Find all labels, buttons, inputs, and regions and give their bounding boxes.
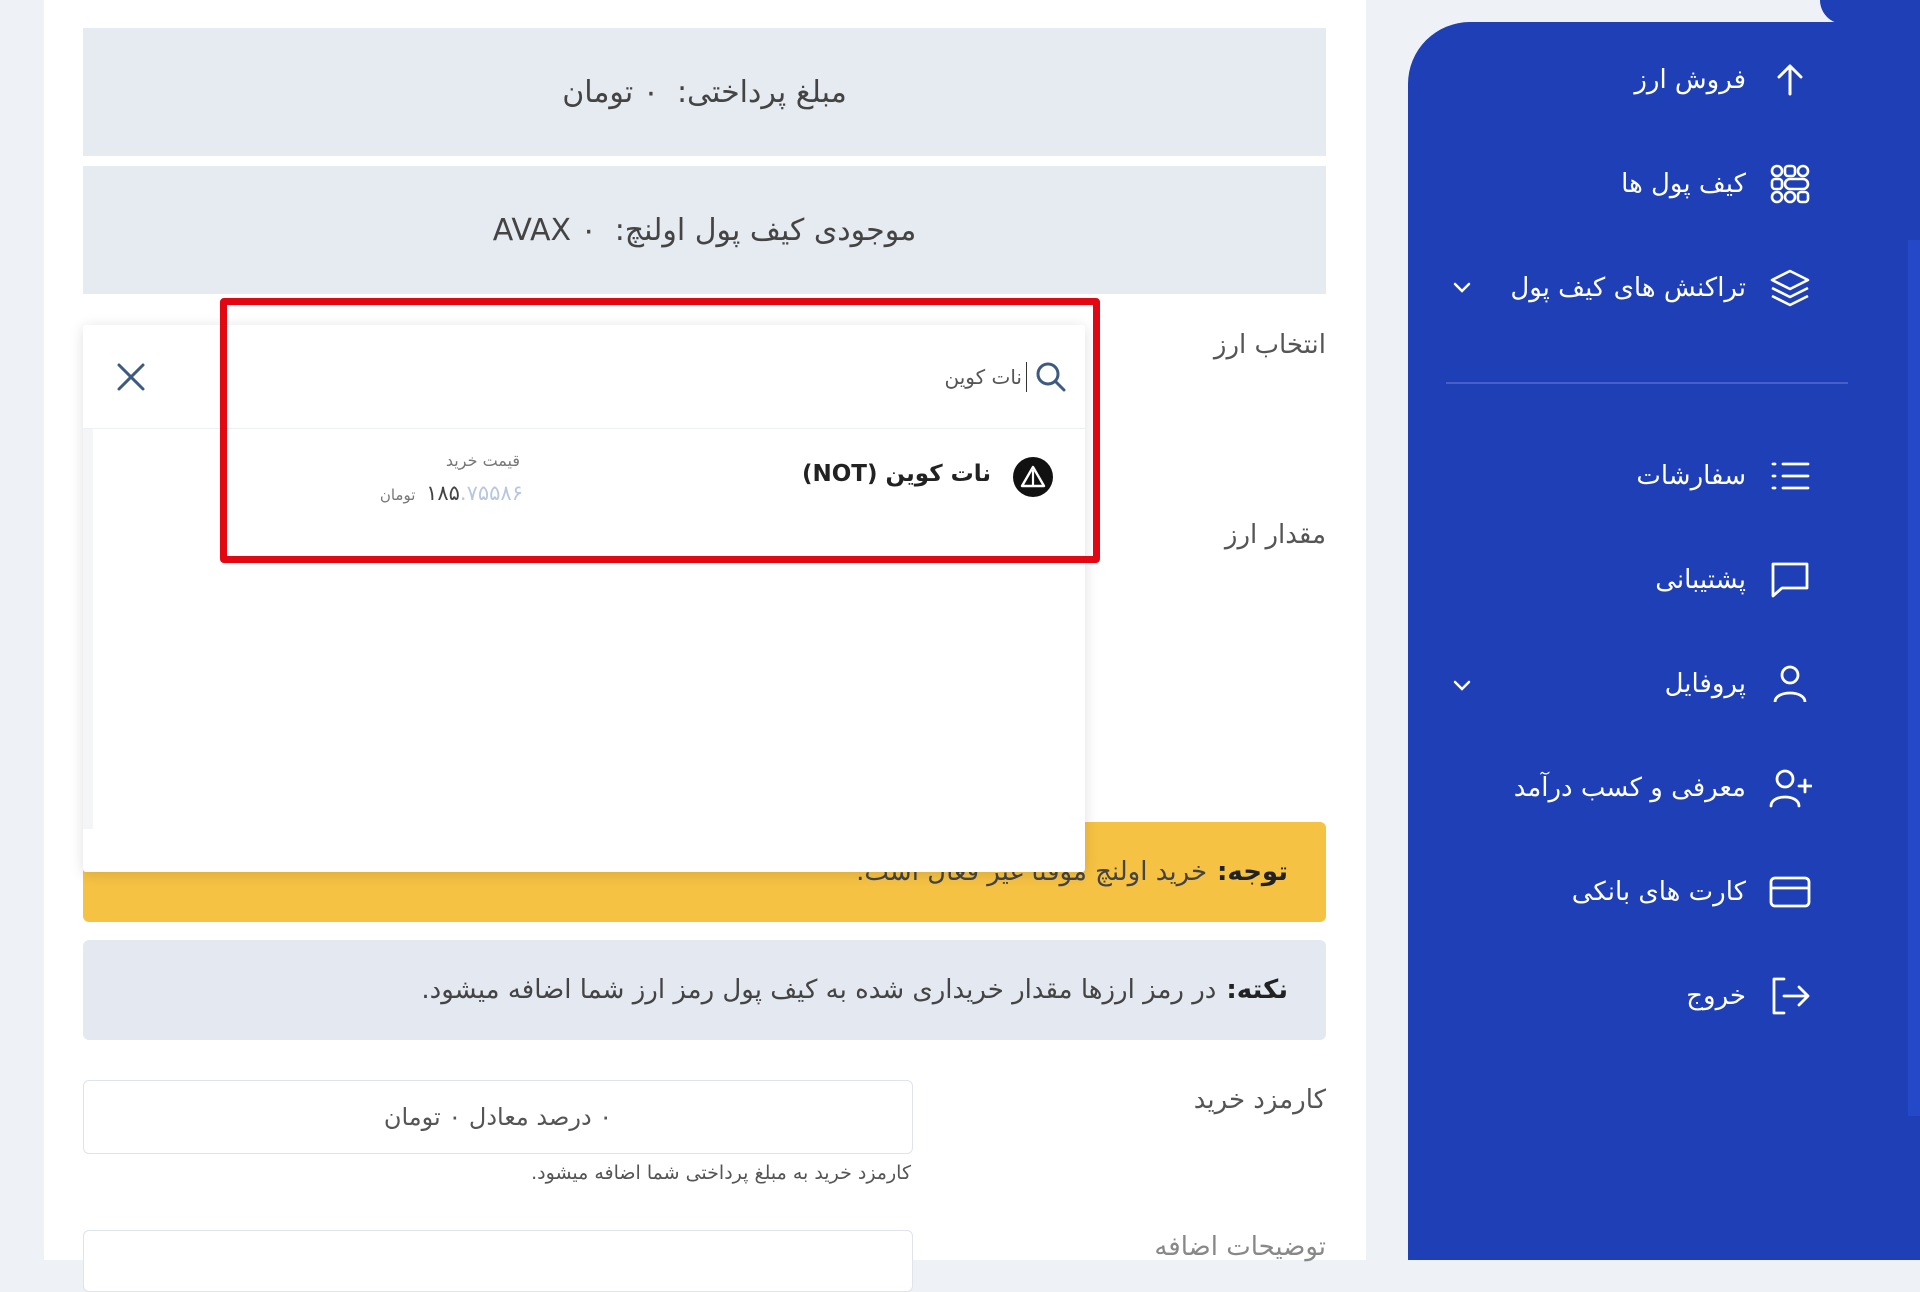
card-icon [1768, 870, 1812, 914]
wallet-balance-box: موجودی کیف پول اولنچ: ۰ AVAX [83, 166, 1326, 294]
wallet-balance-value: ۰ AVAX [492, 212, 597, 248]
nav-label-sell: فروش ارز [1634, 65, 1746, 95]
buy-price-label: قیمت خرید [445, 451, 520, 470]
close-dropdown-button[interactable] [109, 355, 153, 399]
buy-price-fraction: .۷۵۵۸۶ [459, 481, 523, 505]
fee-hint: کارمزد خرید به مبلغ پرداختی شما اضافه می… [531, 1162, 911, 1184]
buy-price-value: ۱۸۵.۷۵۵۸۶ تومان [303, 481, 523, 505]
nav-item-bank-cards[interactable]: کارت های بانکی [1572, 862, 1812, 922]
payment-amount-box: مبلغ پرداختی: ۰ تومان [83, 28, 1326, 156]
nav-item-wallet-transactions[interactable]: تراکنش های کیف پول [1510, 258, 1812, 318]
currency-search-input[interactable] [860, 362, 1027, 392]
nav-item-wallets[interactable]: کیف پول ها [1621, 154, 1812, 214]
user-plus-icon [1768, 766, 1812, 810]
description-field[interactable] [83, 1230, 913, 1292]
currency-option-not[interactable]: نات کوین (NOT) قیمت خرید ۱۸۵.۷۵۵۸۶ تومان [93, 429, 1073, 525]
notcoin-logo-icon [1013, 457, 1053, 497]
layers-icon [1768, 266, 1812, 310]
nav-item-profile[interactable]: پروفایل [1665, 654, 1812, 714]
nav-item-sell-currency[interactable]: فروش ارز [1634, 50, 1812, 110]
fee-field: ۰ درصد معادل ۰ تومان [83, 1080, 913, 1154]
search-icon [1036, 362, 1066, 392]
sidebar-top-cap [1820, 0, 1920, 24]
fee-label: کارمزد خرید [1193, 1085, 1326, 1115]
logout-icon [1768, 974, 1812, 1018]
wallet-balance-label: موجودی کیف پول اولنچ: [614, 212, 917, 248]
currency-amount-label: مقدار ارز [1224, 520, 1326, 550]
nav-item-support[interactable]: پشتیبانی [1655, 550, 1812, 610]
buy-price-unit: تومان [379, 486, 416, 504]
wallet-grid-icon [1768, 162, 1812, 206]
note-banner: نکته: در رمز ارزها مقدار خریداری شده به … [83, 940, 1326, 1040]
currency-option-name: نات کوین (NOT) [801, 461, 991, 487]
note-text: در رمز ارزها مقدار خریداری شده به کیف پو… [421, 975, 1217, 1005]
list-icon [1768, 454, 1812, 498]
chevron-down-icon[interactable] [1448, 672, 1476, 700]
note-title: نکته: [1226, 975, 1288, 1005]
dropdown-header [83, 325, 1085, 429]
nav-label-bank-cards: کارت های بانکی [1571, 877, 1746, 907]
description-label: توضیحات اضافه [1154, 1232, 1326, 1262]
nav-item-logout[interactable]: خروج [1686, 966, 1812, 1026]
chat-icon [1768, 558, 1812, 602]
select-currency-label: انتخاب ارز [1213, 330, 1326, 360]
nav-label-support: پشتیبانی [1655, 565, 1746, 595]
nav-item-referral[interactable]: معرفی و کسب درآمد [1514, 758, 1812, 818]
nav-label-logout: خروج [1686, 981, 1746, 1011]
chevron-down-icon[interactable] [1448, 274, 1476, 302]
sidebar-scrollbar[interactable] [1908, 240, 1920, 1116]
dropdown-scrollbar[interactable] [83, 429, 93, 829]
payment-amount-value: ۰ تومان [562, 74, 659, 110]
nav-label-referral: معرفی و کسب درآمد [1513, 773, 1746, 803]
search-box [860, 355, 1069, 399]
user-icon [1768, 662, 1812, 706]
warning-title: توجه: [1217, 857, 1288, 887]
close-icon [117, 363, 145, 391]
buy-price-int: ۱۸۵ [426, 481, 460, 505]
sidebar-divider [1446, 382, 1848, 384]
payment-amount-label: مبلغ پرداختی: [676, 74, 847, 110]
arrow-up-icon [1768, 58, 1812, 102]
nav-label-wallet-transactions: تراکنش های کیف پول [1510, 273, 1746, 303]
currency-dropdown: نات کوین (NOT) قیمت خرید ۱۸۵.۷۵۵۸۶ تومان [83, 325, 1085, 872]
nav-label-orders: سفارشات [1636, 461, 1746, 491]
nav-item-orders[interactable]: سفارشات [1636, 446, 1812, 506]
nav-label-profile: پروفایل [1664, 669, 1746, 699]
nav-label-wallets: کیف پول ها [1621, 169, 1746, 199]
fee-value: ۰ درصد معادل ۰ تومان [383, 1103, 613, 1131]
